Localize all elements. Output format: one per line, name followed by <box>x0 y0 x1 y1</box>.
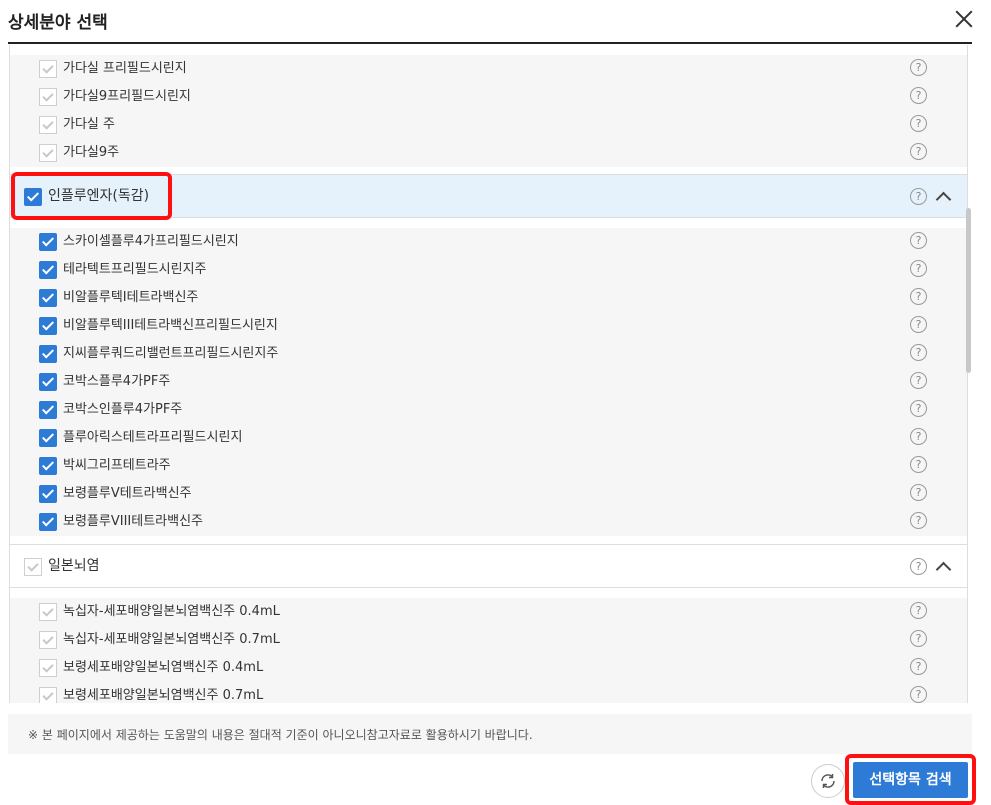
help-icon[interactable]: ? <box>910 372 927 389</box>
help-icon[interactable]: ? <box>910 87 927 104</box>
group-checkbox[interactable] <box>24 558 42 576</box>
item-label: 박씨그리프테트라주 <box>63 458 171 473</box>
list-item[interactable]: 비알플루텍III테트라백신프리필드시린지 ? <box>10 312 967 340</box>
checkbox[interactable] <box>39 485 57 503</box>
field-list[interactable]: 가다실 프리필드시린지 ? 가다실9프리필드시린지 ? 가다실 주 ? 가다실9… <box>9 45 968 703</box>
notice-text: ※ 본 페이지에서 제공하는 도움말의 내용은 절대적 기준이 아니오니참고자료… <box>28 728 533 742</box>
checkbox[interactable] <box>39 457 57 475</box>
checkbox[interactable] <box>39 144 57 162</box>
list-item[interactable]: 코박스인플루4가PF주 ? <box>10 396 967 424</box>
help-icon[interactable]: ? <box>910 456 927 473</box>
item-label: 녹십자-세포배양일본뇌염백신주 0.4mL <box>63 604 280 619</box>
help-icon[interactable]: ? <box>910 115 927 132</box>
chevron-up-icon[interactable] <box>936 190 950 204</box>
help-icon[interactable]: ? <box>910 602 927 619</box>
help-icon[interactable]: ? <box>910 188 927 205</box>
list-item[interactable]: 코박스플루4가PF주 ? <box>10 368 967 396</box>
list-item[interactable]: 스카이셀플루4가프리필드시린지 ? <box>10 228 967 256</box>
help-notice: ※ 본 페이지에서 제공하는 도움말의 내용은 절대적 기준이 아니오니참고자료… <box>8 714 972 754</box>
checkbox[interactable] <box>39 60 57 78</box>
checkbox[interactable] <box>39 261 57 279</box>
help-icon[interactable]: ? <box>910 658 927 675</box>
help-icon[interactable]: ? <box>910 143 927 160</box>
help-icon[interactable]: ? <box>910 400 927 417</box>
checkbox[interactable] <box>39 401 57 419</box>
highlight-box <box>11 172 172 220</box>
item-label: 가다실9주 <box>63 145 120 160</box>
checkbox[interactable] <box>39 687 57 703</box>
checkbox[interactable] <box>39 289 57 307</box>
refresh-button[interactable] <box>811 764 845 798</box>
checkbox[interactable] <box>39 116 57 134</box>
item-label: 코박스인플루4가PF주 <box>63 402 183 417</box>
list-item[interactable]: 박씨그리프테트라주 ? <box>10 452 967 480</box>
checkbox[interactable] <box>39 373 57 391</box>
item-label: 가다실 주 <box>63 117 115 132</box>
chevron-up-icon[interactable] <box>936 560 950 574</box>
item-label: 보령세포배양일본뇌염백신주 0.4mL <box>63 660 264 675</box>
list-item[interactable]: 플루아릭스테트라프리필드시린지 ? <box>10 424 967 452</box>
help-icon[interactable]: ? <box>910 344 927 361</box>
list-item[interactable]: 보령세포배양일본뇌염백신주 0.7mL ? <box>10 682 967 703</box>
list-item[interactable]: 보령플루Ⅴ테트라백신주 ? <box>10 480 967 508</box>
help-icon[interactable]: ? <box>910 484 927 501</box>
help-icon[interactable]: ? <box>910 428 927 445</box>
list-item[interactable]: 테라텍트프리필드시린지주 ? <box>10 256 967 284</box>
item-label: 보령세포배양일본뇌염백신주 0.7mL <box>63 688 264 703</box>
scrollbar-thumb[interactable] <box>966 208 971 373</box>
help-icon[interactable]: ? <box>910 630 927 647</box>
item-label: 녹십자-세포배양일본뇌염백신주 0.7mL <box>63 632 280 647</box>
item-label: 코박스플루4가PF주 <box>63 374 171 389</box>
item-label: 스카이셀플루4가프리필드시린지 <box>63 234 239 249</box>
list-item[interactable]: 녹십자-세포배양일본뇌염백신주 0.7mL ? <box>10 626 967 654</box>
checkbox[interactable] <box>39 345 57 363</box>
list-item[interactable]: 지씨플루쿼드리밸런트프리필드시린지주 ? <box>10 340 967 368</box>
list-item[interactable]: 가다실9프리필드시린지 ? <box>10 83 967 111</box>
help-icon[interactable]: ? <box>910 260 927 277</box>
help-icon[interactable]: ? <box>910 686 927 703</box>
checkbox[interactable] <box>39 513 57 531</box>
checkbox[interactable] <box>39 317 57 335</box>
help-icon[interactable]: ? <box>910 512 927 529</box>
item-label: 비알플루텍III테트라백신프리필드시린지 <box>63 318 278 333</box>
item-label: 보령플루Ⅴ테트라백신주 <box>63 486 192 501</box>
item-label: 가다실 프리필드시린지 <box>63 61 187 76</box>
item-label: 테라텍트프리필드시린지주 <box>63 262 207 277</box>
list-item[interactable]: 비알플루텍I테트라백신주 ? <box>10 284 967 312</box>
list-item[interactable]: 보령세포배양일본뇌염백신주 0.4mL ? <box>10 654 967 682</box>
help-icon[interactable]: ? <box>910 59 927 76</box>
refresh-icon <box>821 774 835 788</box>
item-label: 보령플루VIII테트라백신주 <box>63 514 203 529</box>
close-icon[interactable] <box>948 4 980 34</box>
item-label: 플루아릭스테트라프리필드시린지 <box>63 430 243 445</box>
help-icon[interactable]: ? <box>910 288 927 305</box>
checkbox[interactable] <box>39 631 57 649</box>
help-icon[interactable]: ? <box>910 558 927 575</box>
list-item[interactable]: 가다실9주 ? <box>10 139 967 167</box>
checkbox[interactable] <box>39 603 57 621</box>
list-item[interactable]: 보령플루VIII테트라백신주 ? <box>10 508 967 536</box>
dialog-title: 상세분야 선택 <box>8 13 108 33</box>
checkbox[interactable] <box>39 233 57 251</box>
checkbox[interactable] <box>39 659 57 677</box>
help-icon[interactable]: ? <box>910 316 927 333</box>
title-divider <box>8 42 972 44</box>
item-label: 비알플루텍I테트라백신주 <box>63 290 199 305</box>
list-item[interactable]: 가다실 프리필드시린지 ? <box>10 55 967 83</box>
item-label: 가다실9프리필드시린지 <box>63 89 191 104</box>
checkbox[interactable] <box>39 88 57 106</box>
highlight-box <box>845 754 976 805</box>
group-label: 일본뇌염 <box>48 558 100 574</box>
checkbox[interactable] <box>39 429 57 447</box>
list-item[interactable]: 가다실 주 ? <box>10 111 967 139</box>
help-icon[interactable]: ? <box>910 232 927 249</box>
item-label: 지씨플루쿼드리밸런트프리필드시린지주 <box>63 346 279 361</box>
group-header-japanese-encephalitis[interactable]: 일본뇌염 ? <box>10 544 967 588</box>
list-item[interactable]: 녹십자-세포배양일본뇌염백신주 0.4mL ? <box>10 598 967 626</box>
